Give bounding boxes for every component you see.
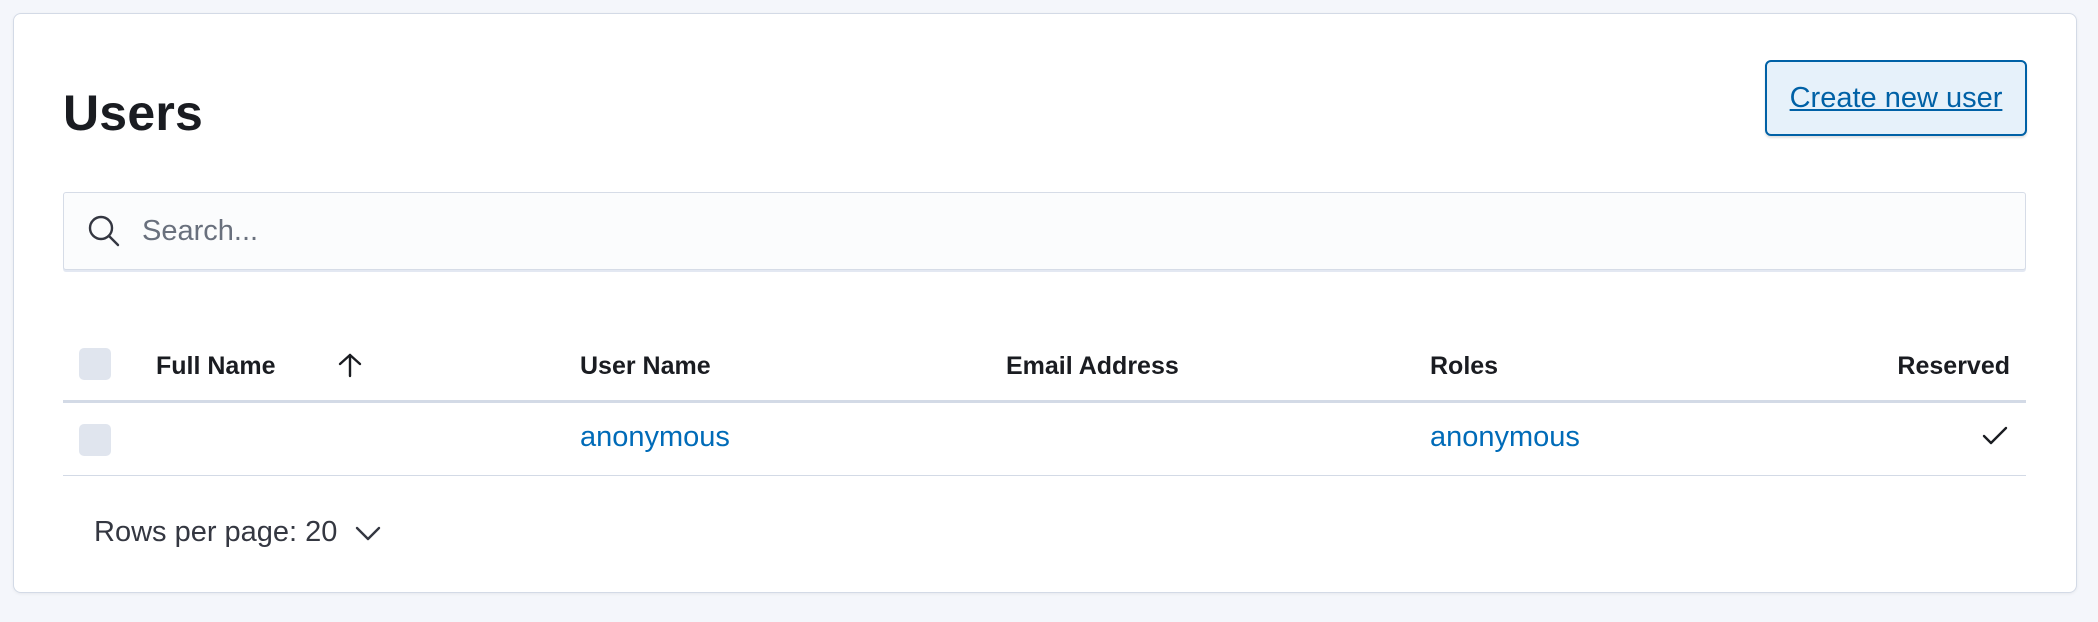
column-header-roles[interactable]: Roles — [1430, 352, 1498, 381]
sort-ascending-icon[interactable] — [335, 350, 365, 380]
column-header-full-name-label: Full Name — [156, 352, 276, 380]
column-header-reserved[interactable]: Reserved — [1897, 352, 2010, 381]
users-panel: Users Create new user Full Name User Nam… — [13, 13, 2077, 593]
create-new-user-label: Create new user — [1789, 81, 2003, 114]
search-box[interactable] — [63, 192, 2026, 270]
role-link[interactable]: anonymous — [1430, 421, 1580, 454]
column-header-email-address[interactable]: Email Address — [1006, 352, 1179, 381]
column-header-full-name[interactable]: Full Name — [156, 352, 275, 381]
table-header: Full Name User Name Email Address Roles … — [63, 334, 2026, 403]
page-title: Users — [63, 85, 203, 141]
row-select-checkbox[interactable] — [79, 424, 111, 456]
user-name-link[interactable]: anonymous — [580, 421, 730, 454]
search-icon — [88, 215, 120, 247]
column-header-user-name[interactable]: User Name — [580, 352, 711, 381]
checkmark-icon — [1982, 426, 2008, 445]
rows-per-page-label: Rows per page: 20 — [94, 516, 338, 548]
create-new-user-button[interactable]: Create new user — [1765, 60, 2027, 136]
search-input[interactable] — [142, 193, 2002, 269]
select-all-checkbox[interactable] — [79, 348, 111, 380]
table-row: anonymous anonymous — [63, 403, 2026, 476]
chevron-down-icon — [356, 526, 381, 540]
rows-per-page-selector[interactable]: Rows per page: 20 — [94, 516, 383, 549]
